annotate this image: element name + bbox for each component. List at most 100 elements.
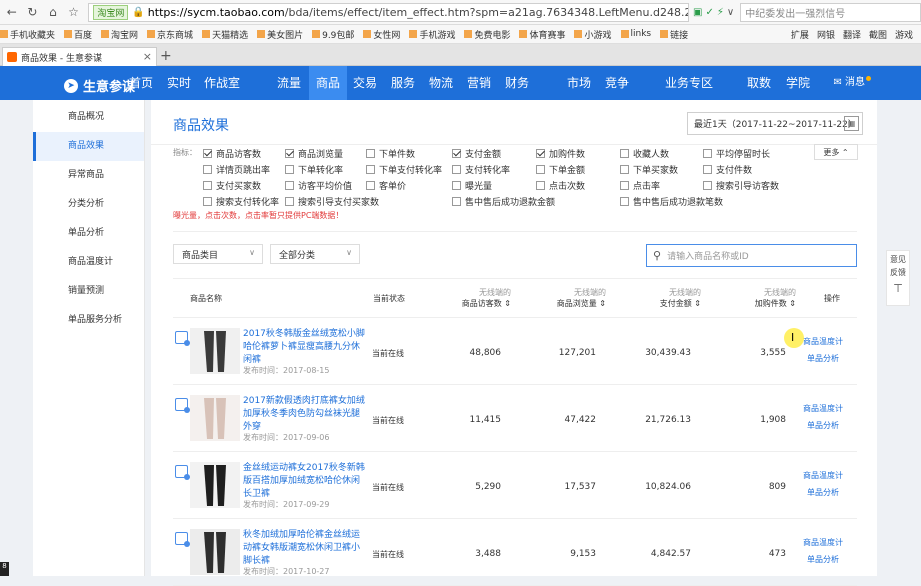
checkbox[interactable] xyxy=(203,197,212,206)
nav-item[interactable]: 物流 xyxy=(422,66,460,100)
product-name-link[interactable]: 秋冬加绒加厚哈伦裤金丝绒运动裤女韩版潮宽松休闲卫裤小脚长裤 xyxy=(243,529,368,568)
indicator-checkbox[interactable]: 收藏人数 xyxy=(620,147,669,160)
sidebar-item[interactable]: 异常商品 xyxy=(33,161,144,190)
back-icon[interactable]: ← xyxy=(3,2,21,22)
checkbox[interactable] xyxy=(452,149,461,158)
checkbox[interactable] xyxy=(203,149,212,158)
checkbox[interactable] xyxy=(203,181,212,190)
checkbox[interactable] xyxy=(620,181,629,190)
sidebar-item[interactable]: 销量预测 xyxy=(33,277,144,306)
checkbox[interactable] xyxy=(536,165,545,174)
checkbox[interactable] xyxy=(285,149,294,158)
browser-tab[interactable]: 商品效果 - 生意参谋 × xyxy=(2,47,157,66)
product-thumbnail[interactable] xyxy=(190,328,240,374)
indicator-checkbox[interactable]: 平均停留时长 xyxy=(703,147,770,160)
check-icon[interactable]: ✓ xyxy=(705,7,713,18)
col-views[interactable]: 无线端的 商品浏览量 ⇕ xyxy=(538,287,606,309)
nav-item[interactable]: 业务专区 xyxy=(656,66,722,100)
single-analysis-link[interactable]: 单品分析 xyxy=(807,417,843,434)
product-thumbnail[interactable] xyxy=(190,395,240,441)
checkbox[interactable] xyxy=(620,197,629,206)
home-icon[interactable]: ⌂ xyxy=(44,2,62,22)
single-analysis-link[interactable]: 单品分析 xyxy=(807,350,843,367)
feedback-button[interactable]: 意见 反馈 ⊤ xyxy=(886,250,910,306)
url-field[interactable]: 淘宝网 🔒 https://sycm.taobao.com/bda/items/… xyxy=(88,2,689,22)
indicator-checkbox[interactable]: 下单金额 xyxy=(536,163,585,176)
sidebar-item[interactable]: 商品温度计 xyxy=(33,248,144,277)
toolbar-item[interactable]: 扩展 xyxy=(791,28,809,41)
temperature-link[interactable]: 商品温度计 xyxy=(803,400,843,417)
nav-item[interactable]: 学院 xyxy=(779,66,817,100)
indicator-checkbox[interactable]: 搜索引导支付买家数 xyxy=(285,195,379,208)
lightning-icon[interactable]: ⚡ xyxy=(717,7,724,18)
checkbox[interactable] xyxy=(285,197,294,206)
nav-item[interactable]: 营销 xyxy=(460,66,498,100)
bookmark-item[interactable]: links xyxy=(620,29,651,39)
product-name-link[interactable]: 2017新款假透肉打底裤女加绒加厚秋冬季肉色防勾丝袜光腿外穿 xyxy=(243,395,368,434)
date-range-picker[interactable]: 最近1天（2017-11-22~2017-11-22） ▦ xyxy=(687,112,863,135)
checkbox[interactable] xyxy=(452,181,461,190)
product-thumbnail[interactable] xyxy=(190,462,240,508)
refresh-icon[interactable]: ↻ xyxy=(24,2,42,22)
bookmark-item[interactable]: 小游戏 xyxy=(574,28,612,41)
bookmark-item[interactable]: 天猫精选 xyxy=(202,28,248,41)
col-cart[interactable]: 无线端的 加购件数 ⇕ xyxy=(728,287,796,309)
indicator-checkbox[interactable]: 访客平均价值 xyxy=(285,179,352,192)
checkbox[interactable] xyxy=(285,165,294,174)
indicator-checkbox[interactable]: 点击次数 xyxy=(536,179,585,192)
back-to-top-icon[interactable]: ⊤ xyxy=(887,282,909,295)
nav-item[interactable]: 取数 xyxy=(740,66,778,100)
browser-search-input[interactable]: 中纪委发出一强烈信号 xyxy=(740,2,921,22)
sidebar-item[interactable]: 商品效果 xyxy=(33,132,144,161)
bookmark-item[interactable]: 免费电影 xyxy=(464,28,510,41)
nav-item[interactable]: 实时 xyxy=(160,66,198,100)
nav-item[interactable]: 财务 xyxy=(498,66,536,100)
class-select[interactable]: 全部分类 ∨ xyxy=(270,244,360,264)
indicator-checkbox[interactable]: 客单价 xyxy=(366,179,406,192)
new-tab-button[interactable]: + xyxy=(160,48,172,64)
bookmark-item[interactable]: 手机游戏 xyxy=(409,28,455,41)
checkbox[interactable] xyxy=(366,149,375,158)
product-thumbnail[interactable] xyxy=(190,529,240,575)
bookmark-item[interactable]: 京东商城 xyxy=(147,28,193,41)
single-analysis-link[interactable]: 单品分析 xyxy=(807,484,843,501)
indicator-checkbox[interactable]: 下单买家数 xyxy=(620,163,678,176)
temperature-link[interactable]: 商品温度计 xyxy=(803,467,843,484)
checkbox[interactable] xyxy=(285,181,294,190)
indicator-checkbox[interactable]: 支付件数 xyxy=(703,163,752,176)
indicator-checkbox[interactable]: 点击率 xyxy=(620,179,660,192)
nav-item[interactable]: 竞争 xyxy=(598,66,636,100)
checkbox[interactable] xyxy=(536,181,545,190)
indicator-checkbox[interactable]: 下单转化率 xyxy=(285,163,343,176)
product-search-input[interactable]: ⚲ 请输入商品名称或ID xyxy=(646,244,857,267)
indicator-checkbox[interactable]: 下单支付转化率 xyxy=(366,163,442,176)
checkbox[interactable] xyxy=(620,149,629,158)
calendar-icon[interactable]: ▦ xyxy=(844,116,859,131)
col-pay[interactable]: 无线端的 支付金额 ⇕ xyxy=(633,287,701,309)
checkbox[interactable] xyxy=(366,181,375,190)
sidebar-item[interactable]: 单品服务分析 xyxy=(33,306,144,335)
shield-icon[interactable]: ▣ xyxy=(693,7,702,18)
bookmark-item[interactable]: 体育赛事 xyxy=(519,28,565,41)
indicator-checkbox[interactable]: 商品浏览量 xyxy=(285,147,343,160)
indicator-checkbox[interactable]: 售中售后成功退款金额 xyxy=(452,195,555,208)
bookmark-item[interactable]: 链接 xyxy=(660,28,688,41)
indicator-checkbox[interactable]: 详情页跳出率 xyxy=(203,163,270,176)
checkbox[interactable] xyxy=(452,197,461,206)
indicator-checkbox[interactable]: 支付金额 xyxy=(452,147,501,160)
indicator-checkbox[interactable]: 售中售后成功退款笔数 xyxy=(620,195,723,208)
indicator-checkbox[interactable]: 支付转化率 xyxy=(452,163,510,176)
close-icon[interactable]: × xyxy=(143,50,152,63)
nav-item[interactable]: 交易 xyxy=(346,66,384,100)
nav-item[interactable]: 流量 xyxy=(270,66,308,100)
col-visitors[interactable]: 无线端的 商品访客数 ⇕ xyxy=(443,287,511,309)
bookmark-item[interactable]: 百度 xyxy=(64,28,92,41)
indicator-checkbox[interactable]: 曝光量 xyxy=(452,179,492,192)
star-icon[interactable]: ☆ xyxy=(65,2,83,22)
bookmark-item[interactable]: 女性网 xyxy=(363,28,400,41)
toolbar-item[interactable]: 翻译 xyxy=(843,28,861,41)
sidebar-item[interactable]: 分类分析 xyxy=(33,190,144,219)
indicator-checkbox[interactable]: 支付买家数 xyxy=(203,179,261,192)
nav-item[interactable]: 商品 xyxy=(309,66,347,100)
checkbox[interactable] xyxy=(536,149,545,158)
